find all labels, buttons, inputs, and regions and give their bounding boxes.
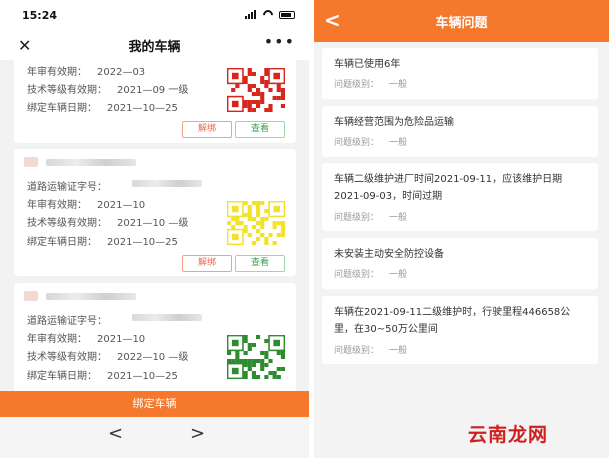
row-label: 技术等级有效期： — [27, 218, 107, 229]
avatar — [24, 291, 38, 301]
qr-code[interactable] — [227, 201, 285, 245]
issue-level-value: 一般 — [389, 80, 408, 90]
status-time: 15:24 — [22, 9, 58, 22]
issue-level: 问题级别： 一般 — [334, 343, 407, 356]
card-row: 绑定车辆日期： 2021—10—25 — [27, 367, 178, 382]
issue-level: 问题级别： 一般 — [334, 210, 407, 223]
row-value: 2021—10—25 — [107, 103, 178, 114]
issue-text: 车辆二级维护进厂时间2021-09-11，应该维护日期2021-09-03，时间… — [334, 174, 563, 202]
issue-item[interactable]: 车辆二级维护进厂时间2021-09-11，应该维护日期2021-09-03，时间… — [322, 163, 598, 231]
blurred-license — [132, 314, 202, 321]
forward-arrow-icon[interactable]: > — [190, 423, 205, 444]
card-row: 年审有效期： 2021—10 — [27, 196, 145, 211]
card-row: 年审有效期： 2021—10 — [27, 330, 145, 345]
row-value: 2021—10 — [97, 334, 146, 345]
row-label: 技术等级有效期： — [27, 352, 107, 363]
issue-level: 问题级别： 一般 — [334, 267, 407, 280]
blurred-plate — [46, 159, 136, 166]
card-row: 绑定车辆日期： 2021—10—25 — [27, 233, 178, 248]
bind-vehicle-button[interactable]: 绑定车辆 — [0, 391, 309, 417]
signal-icon — [245, 10, 257, 19]
issues-header: < 车辆问题 — [314, 0, 609, 42]
row-value: 2021—10 — [97, 200, 146, 211]
vehicle-card: 道路运输证字号： 年审有效期： 2021—10 技术等级有效期： 2022—10 —… — [14, 283, 296, 403]
issue-item[interactable]: 车辆在2021-09-11二级维护时，行驶里程446658公里，在30~50万公… — [322, 296, 598, 364]
view-button[interactable]: 查看 — [235, 255, 285, 272]
vehicle-card: 年审有效期： 2022—03 技术等级有效期： 2021—09 一级 绑定车辆日期：… — [14, 60, 296, 143]
more-icon[interactable]: ••• — [264, 32, 295, 51]
unbind-button[interactable]: 解绑 — [182, 255, 232, 272]
card-row: 技术等级有效期： 2022—10 —级 — [27, 348, 188, 363]
issue-level: 问题级别： 一般 — [334, 77, 407, 90]
view-button[interactable]: 查看 — [235, 121, 285, 138]
title-bar: ✕ 我的车辆 ••• — [0, 30, 309, 60]
status-icons — [245, 10, 295, 19]
row-label: 技术等级有效期： — [27, 85, 107, 96]
issue-text: 车辆已使用6年 — [334, 59, 401, 70]
qr-code[interactable] — [227, 68, 285, 112]
card-row: 绑定车辆日期： 2021—10—25 — [27, 99, 178, 114]
wifi-icon — [262, 10, 274, 19]
card-row: 道路运输证字号： — [27, 312, 117, 327]
vehicle-card: 道路运输证字号： 年审有效期： 2021—10 技术等级有效期： 2021—10 —… — [14, 149, 296, 276]
issue-level-value: 一般 — [389, 346, 408, 356]
row-label: 绑定车辆日期： — [27, 237, 97, 248]
blurred-plate — [46, 293, 136, 300]
row-label: 道路运输证字号： — [27, 316, 107, 327]
card-row: 年审有效期： 2022—03 — [27, 63, 145, 78]
issue-level-label: 问题级别： — [334, 138, 380, 148]
status-bar: 15:24 — [0, 0, 309, 30]
issue-text: 未安装主动安全防控设备 — [334, 249, 444, 260]
row-value: 2022—10 —级 — [117, 352, 189, 363]
row-label: 年审有效期： — [27, 200, 87, 211]
row-label: 道路运输证字号： — [27, 182, 107, 193]
avatar — [24, 157, 38, 167]
page-title: 我的车辆 — [128, 40, 181, 55]
issue-level-value: 一般 — [389, 138, 408, 148]
issue-level-label: 问题级别： — [334, 80, 380, 90]
row-value: 2021—10—25 — [107, 237, 178, 248]
qr-code[interactable] — [227, 335, 285, 379]
row-value: 2021—10 —级 — [117, 218, 189, 229]
issue-item[interactable]: 未安装主动安全防控设备 问题级别： 一般 — [322, 238, 598, 289]
issue-level-label: 问题级别： — [334, 213, 380, 223]
bottom-nav: < > — [0, 417, 309, 458]
row-label: 绑定车辆日期： — [27, 371, 97, 382]
issue-item[interactable]: 车辆已使用6年 问题级别： 一般 — [322, 48, 598, 99]
issue-level: 问题级别： 一般 — [334, 135, 407, 148]
battery-icon — [279, 10, 295, 19]
back-arrow-icon[interactable]: < — [108, 423, 123, 444]
issue-text: 车辆经营范围为危险品运输 — [334, 117, 454, 128]
row-label: 年审有效期： — [27, 334, 87, 345]
vehicle-list-panel: 15:24 ✕ 我的车辆 ••• 年审有效期： 2022—03 技术等级有效期： 2… — [0, 0, 309, 458]
unbind-button[interactable]: 解绑 — [182, 121, 232, 138]
issue-level-value: 一般 — [389, 270, 408, 280]
vehicle-issues-panel: < 车辆问题 车辆已使用6年 问题级别： 一般 车辆经营范围为危险品运输 问题级别… — [314, 0, 609, 458]
row-value: 2021—10—25 — [107, 371, 178, 382]
issue-text: 车辆在2021-09-11二级维护时，行驶里程446658公里，在30~50万公… — [334, 307, 571, 335]
issues-title: 车辆问题 — [435, 16, 488, 31]
issue-item[interactable]: 车辆经营范围为危险品运输 问题级别： 一般 — [322, 106, 598, 157]
blurred-license — [132, 180, 202, 187]
card-row: 技术等级有效期： 2021—10 —级 — [27, 214, 188, 229]
issue-level-value: 一般 — [389, 213, 408, 223]
issue-level-label: 问题级别： — [334, 270, 380, 280]
row-label: 绑定车辆日期： — [27, 103, 97, 114]
card-row: 技术等级有效期： 2021—09 一级 — [27, 81, 188, 96]
card-row: 道路运输证字号： — [27, 178, 117, 193]
watermark: 云南龙网 — [468, 424, 549, 446]
issue-level-label: 问题级别： — [334, 346, 380, 356]
row-label: 年审有效期： — [27, 67, 87, 78]
row-value: 2022—03 — [97, 67, 146, 78]
row-value: 2021—09 一级 — [117, 85, 189, 96]
